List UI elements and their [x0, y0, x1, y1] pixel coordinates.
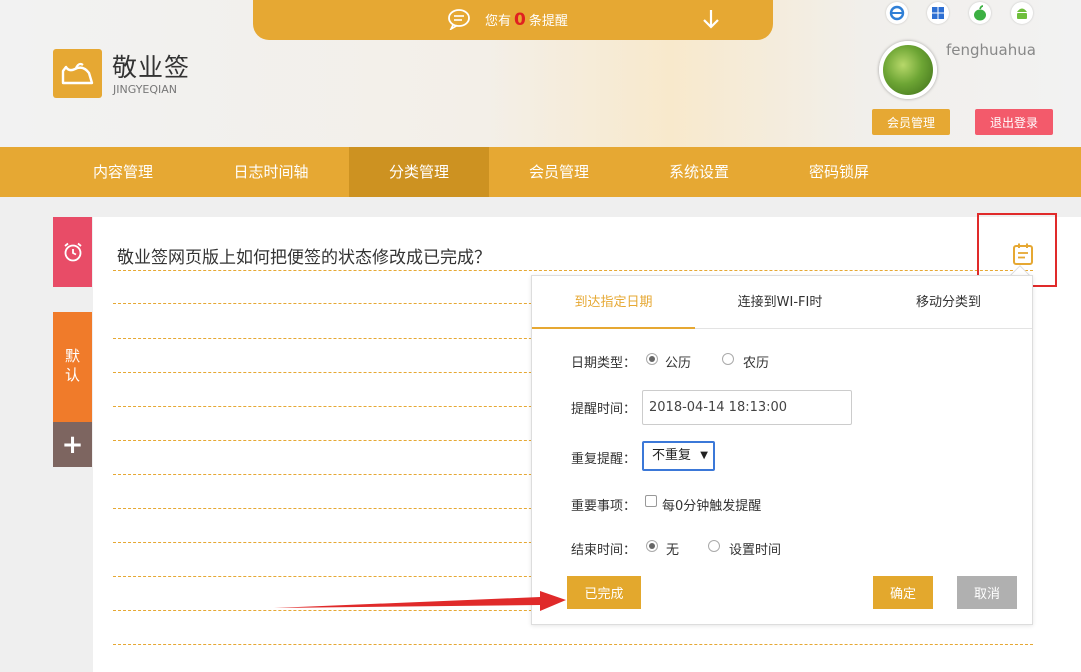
- tab-specified-date[interactable]: 到达指定日期: [532, 276, 695, 329]
- ie-icon[interactable]: [886, 2, 908, 24]
- dropdown-caret-icon: ▼: [700, 450, 708, 461]
- logo-title: 敬业签: [112, 53, 191, 82]
- logo-icon: [61, 62, 94, 85]
- nav-item-member[interactable]: 会员管理: [489, 147, 629, 197]
- logo[interactable]: [53, 49, 102, 98]
- username: fenghuahua: [946, 41, 1036, 59]
- android-icon[interactable]: [1011, 2, 1033, 24]
- arrow-down-icon[interactable]: [701, 8, 721, 30]
- header: 您有 0 条提醒 敬业签 JINGYEQIAN fenghuahua 会员管理 退出…: [0, 0, 1081, 147]
- main-nav: 内容管理 日志时间轴 分类管理 会员管理 系统设置 密码锁屏: [0, 147, 1081, 197]
- reminder-count: 0: [514, 10, 526, 30]
- member-management-button[interactable]: 会员管理: [872, 109, 950, 135]
- popup-tabs: 到达指定日期 连接到WI-FI时 移动分类到: [532, 276, 1032, 329]
- nav-item-timeline[interactable]: 日志时间轴: [201, 147, 341, 197]
- cancel-button[interactable]: 取消: [957, 576, 1017, 609]
- radio-lunar-label[interactable]: 农历: [743, 352, 769, 371]
- radio-lunar[interactable]: [722, 353, 734, 365]
- important-checkbox[interactable]: [645, 495, 657, 507]
- nav-item-settings[interactable]: 系统设置: [629, 147, 769, 197]
- confirm-button[interactable]: 确定: [873, 576, 933, 609]
- apple-icon[interactable]: [969, 2, 991, 24]
- chat-bubble-icon: [448, 9, 470, 30]
- nav-item-lockscreen[interactable]: 密码锁屏: [769, 147, 909, 197]
- radio-gregorian-label[interactable]: 公历: [665, 352, 691, 371]
- radio-end-set-time-label[interactable]: 设置时间: [729, 539, 781, 558]
- reminder-notice-bar[interactable]: 您有 0 条提醒: [253, 0, 773, 40]
- sidebar-tab-reminder[interactable]: [53, 217, 92, 287]
- logout-button[interactable]: 退出登录: [975, 109, 1053, 135]
- remind-time-label: 提醒时间：: [571, 402, 637, 417]
- annotation-arrow-icon: [274, 591, 566, 611]
- windows-icon[interactable]: [927, 2, 949, 24]
- nav-item-content[interactable]: 内容管理: [53, 147, 193, 197]
- logo-subtitle: JINGYEQIAN: [113, 83, 178, 96]
- radio-end-none[interactable]: [646, 540, 658, 552]
- remind-time-input[interactable]: [642, 390, 852, 425]
- done-button[interactable]: 已完成: [567, 576, 641, 609]
- end-time-label: 结束时间：: [571, 543, 637, 558]
- repeat-select-value: 不重复: [652, 448, 692, 463]
- note-title[interactable]: 敬业签网页版上如何把便签的状态修改成已完成？: [117, 243, 491, 268]
- tab-move-category[interactable]: 移动分类到: [865, 276, 1032, 329]
- reminder-popup: 到达指定日期 连接到WI-FI时 移动分类到 日期类型： 公历 农历 提醒时间：…: [531, 275, 1033, 625]
- sidebar-tab-default[interactable]: 默认: [53, 312, 92, 422]
- note-line: [113, 270, 1033, 271]
- note-line: [113, 644, 1033, 645]
- alarm-clock-icon: [63, 242, 82, 262]
- nav-item-category[interactable]: 分类管理: [349, 147, 489, 197]
- date-type-label: 日期类型：: [571, 356, 637, 371]
- repeat-select[interactable]: 不重复 ▼: [642, 441, 715, 471]
- radio-gregorian[interactable]: [646, 353, 658, 365]
- important-checkbox-label[interactable]: 每0分钟触发提醒: [662, 495, 761, 514]
- reminder-notice-text: 您有 0 条提醒: [485, 10, 568, 30]
- avatar[interactable]: [879, 41, 937, 99]
- repeat-label: 重复提醒：: [571, 452, 637, 467]
- radio-end-none-label[interactable]: 无: [666, 539, 679, 558]
- important-label: 重要事项：: [571, 499, 637, 514]
- sidebar-add-button[interactable]: +: [53, 422, 92, 467]
- radio-end-set-time[interactable]: [708, 540, 720, 552]
- tab-wifi[interactable]: 连接到WI-FI时: [695, 276, 865, 329]
